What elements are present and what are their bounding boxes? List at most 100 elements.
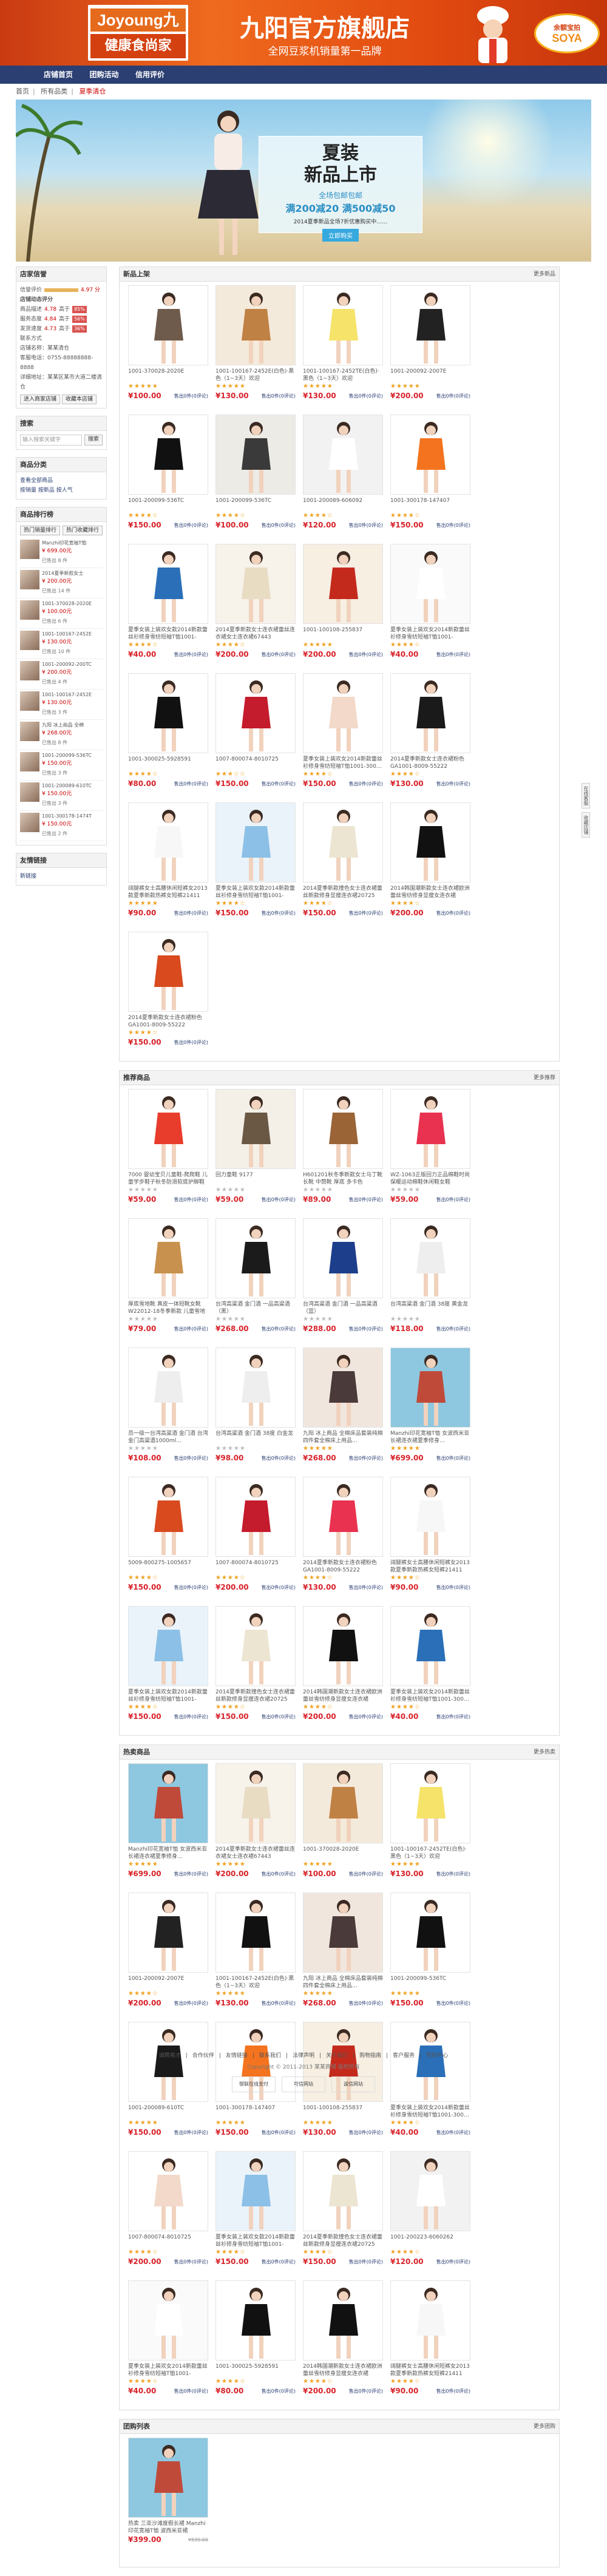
product-image[interactable] bbox=[215, 673, 296, 753]
product-title[interactable]: 2014夏季新款女士连衣裙粉色 GA1001-8009-55222 bbox=[128, 1014, 208, 1029]
product-title[interactable]: 厚底雪地靴 真皮一体短靴女靴 W22012-18冬季新款 儿童雪地靴 bbox=[128, 1301, 208, 1315]
footer-link[interactable]: 帮助中心 bbox=[426, 2053, 448, 2059]
product-title[interactable]: 2014夏季新款女士连衣裙粉色 GA1001-8009-55222 bbox=[390, 756, 470, 770]
product-card[interactable]: 1001-100167-2452TE(白色)·黑色（1~3天）欢迎 ★★★★★ ¥1… bbox=[387, 1763, 474, 1893]
product-card[interactable]: 回力童鞋 9177 ★★★★★ ¥59.00 售出0件(0评论) bbox=[212, 1089, 299, 1218]
nav-home[interactable]: 店铺首页 bbox=[36, 66, 80, 84]
product-image[interactable] bbox=[128, 1763, 208, 1843]
product-card[interactable]: 阔腿裤女士高腰休闲短裤女2013款夏季新款热裤女短裤21411 ★★★★★ ¥90.… bbox=[124, 802, 212, 932]
rank-tab-fav[interactable]: 热门收藏排行 bbox=[63, 526, 103, 535]
product-title[interactable]: 1001-100167-2452TE(白色)·黑色（1~3天）欢迎 bbox=[303, 368, 383, 382]
product-title[interactable]: 1001-100108-255837 bbox=[303, 2104, 383, 2119]
rank-item[interactable]: 九阳 冰上商品 全棉 ¥ 268.00元 已售出 8 件 bbox=[20, 720, 103, 750]
rank-thumb[interactable] bbox=[20, 540, 39, 559]
product-card[interactable]: 夏季女装上装欢女2014新款蕾丝衫修身雪纺短袖T恤1001-300025…★★★… bbox=[124, 2280, 212, 2410]
favorite-tab[interactable]: 收藏店铺 bbox=[582, 812, 590, 838]
product-image[interactable] bbox=[390, 1347, 470, 1428]
product-image[interactable] bbox=[215, 802, 296, 883]
product-image[interactable] bbox=[215, 1477, 296, 1557]
footer-link[interactable]: 合作伙伴 bbox=[192, 2053, 214, 2059]
product-image[interactable] bbox=[128, 1218, 208, 1298]
buy-now-button[interactable]: 立即购买 bbox=[322, 229, 359, 242]
product-title[interactable]: 5009-800275-1005657 bbox=[128, 1559, 208, 1574]
product-title[interactable]: 1001-300178-147407 bbox=[215, 2104, 296, 2119]
rank-title[interactable]: Manzhi印花宽袖T恤 bbox=[42, 540, 86, 546]
search-button[interactable]: 搜索 bbox=[84, 435, 103, 446]
product-title[interactable]: 1001-100167-2452TE(白色)·黑色（1~3天）欢迎 bbox=[390, 1846, 470, 1860]
product-image[interactable] bbox=[128, 932, 208, 1012]
product-title[interactable]: 台湾高粱酒 金门酒 一品高粱酒（黑） bbox=[215, 1301, 296, 1315]
product-image[interactable] bbox=[303, 1347, 383, 1428]
product-title[interactable]: 热卖 三亚沙滩度假长裙 Manzhi印花宽袖T恤 波西米亚裙 bbox=[128, 2520, 208, 2535]
product-image[interactable] bbox=[390, 544, 470, 624]
product-image[interactable] bbox=[128, 1606, 208, 1686]
product-title[interactable]: 2014夏季新款撞色女士连衣裙蕾丝新款修身显瘦连衣裙20725 bbox=[303, 2234, 383, 2248]
category-new[interactable]: 按新品 bbox=[38, 487, 55, 493]
product-title[interactable]: 夏季女装上装欢女款2014新款蕾丝衫修身雪纺短袖T恤1001-300… bbox=[215, 2234, 296, 2248]
product-image[interactable] bbox=[390, 1218, 470, 1298]
product-title[interactable]: 1007-800074-8010725 bbox=[215, 1559, 296, 1574]
product-image[interactable] bbox=[303, 1606, 383, 1686]
product-image[interactable] bbox=[303, 2280, 383, 2361]
product-card[interactable]: 2014夏季新款女士连衣裙蕾丝连衣裙女士连衣裙67443 ★★★★★ ¥200.00… bbox=[212, 1763, 299, 1893]
product-card[interactable]: 2014夏季新款女士连衣裙粉色 GA1001-8009-55222 ★★★★☆ ¥1… bbox=[387, 673, 474, 802]
product-card[interactable]: Manzhi印花宽袖T恤 女波西米亚长裙连衣裙夏季修身… ★★★★★ ¥699.00… bbox=[124, 1763, 212, 1893]
product-card[interactable]: 夏季女装上装欢女款2014新款蕾丝衫修身雪纺短袖T恤1001-300…★★★★☆… bbox=[212, 2151, 299, 2280]
rank-item[interactable]: 2014夏季新款女士 ¥ 200.00元 已售出 14 件 bbox=[20, 568, 103, 598]
product-title[interactable]: 1001-200099-536TC bbox=[390, 1975, 470, 1990]
section-more-link[interactable]: 更多推荐 bbox=[534, 1071, 555, 1085]
product-card[interactable]: 1001-300178-147407 ★★★★☆ ¥150.00 售出0件(0评论) bbox=[387, 415, 474, 544]
product-title[interactable]: 1001-100167-2452E(白色)·黑色（1~3天）欢迎 bbox=[215, 1975, 296, 1990]
product-card[interactable]: 夏季女装上装欢女款2014新款蕾丝衫修身雪纺短袖T恤1001-300…★★★★☆… bbox=[124, 544, 212, 673]
product-title[interactable]: 1001-300178-147407 bbox=[390, 497, 470, 512]
product-card[interactable]: 1001-100167-2452E(白色)·黑色（1~3天）欢迎 ★★★★★ ¥13… bbox=[212, 1893, 299, 2022]
crumb-category[interactable]: 所有品类 bbox=[41, 87, 67, 95]
product-image[interactable] bbox=[303, 1893, 383, 1973]
product-title[interactable]: 1001-370028-2020E bbox=[303, 1846, 383, 1860]
product-image[interactable] bbox=[390, 1606, 470, 1686]
footer-link[interactable]: 法律声明 bbox=[293, 2053, 314, 2059]
product-card[interactable]: WZ-1063正版回力正品棉鞋时尚保暖运动棉鞋休闲鞋女鞋 ★★★★★ ¥59.00 售… bbox=[387, 1089, 474, 1218]
product-title[interactable]: 阔腿裤女士高腰休闲短裤女2013款夏季新款热裤女短裤21411 bbox=[390, 1559, 470, 1574]
product-title[interactable]: 1001-200092-2007E bbox=[390, 368, 470, 382]
product-image[interactable] bbox=[215, 1606, 296, 1686]
product-image[interactable] bbox=[303, 415, 383, 495]
product-image[interactable] bbox=[390, 2151, 470, 2231]
rank-title[interactable]: 1001-100167-2452E bbox=[42, 631, 92, 637]
product-image[interactable] bbox=[215, 1089, 296, 1169]
rank-item[interactable]: Manzhi印花宽袖T恤 ¥ 699.00元 已售出 8 件 bbox=[20, 538, 103, 568]
rank-title[interactable]: 1001-100167-2452E bbox=[42, 691, 92, 698]
product-card[interactable]: 九阳 冰上商品 全棉床品套装纯棉四件套全棉床上用品… ★★★★★ ¥268.00 售出… bbox=[299, 1893, 387, 2022]
product-title[interactable]: 1001-370028-2020E bbox=[128, 368, 208, 382]
product-title[interactable]: 2014夏季新款女士连衣裙粉色 GA1001-8009-55222 bbox=[303, 1559, 383, 1574]
product-title[interactable]: 夏季女装上装欢女2014新款蕾丝衫修身雪纺短袖T恤1001-300025… bbox=[128, 2363, 208, 2378]
product-title[interactable]: 台湾高粱酒 金门酒 一品高粱酒（蓝） bbox=[303, 1301, 383, 1315]
product-image[interactable] bbox=[303, 285, 383, 365]
product-image[interactable] bbox=[303, 1763, 383, 1843]
product-card[interactable]: 1001-370028-2020E ★★★★★ ¥100.00 售出0件(0评论) bbox=[299, 1763, 387, 1893]
product-image[interactable] bbox=[215, 2151, 296, 2231]
product-title[interactable]: 夏季女装上装欢女2014新款蕾丝衫修身雪纺短袖T恤1001-300… bbox=[390, 1689, 470, 1703]
brand-logo[interactable]: Joyoung九阳 健康食尚家 bbox=[88, 5, 188, 61]
product-title[interactable]: H601201秋冬季新款女士马丁靴长靴 中筒靴 厚底 多卡色 bbox=[303, 1171, 383, 1186]
section-more-link[interactable]: 更多热卖 bbox=[534, 1745, 555, 1760]
product-card[interactable]: 2014夏季新款女士连衣裙蕾丝连衣裙女士连衣裙67443 ★★★★☆ ¥200.00… bbox=[212, 544, 299, 673]
product-card[interactable]: 2014韩国潮新款女士连衣裙欧洲蕾丝雪纺修身显瘦女连衣裙 ★★★★☆ ¥200.00… bbox=[299, 2280, 387, 2410]
product-image[interactable] bbox=[303, 802, 383, 883]
product-image[interactable] bbox=[215, 415, 296, 495]
category-sales[interactable]: 按销量 bbox=[20, 487, 36, 493]
product-card[interactable]: 1001-200092-2007E ★★★★☆ ¥200.00 售出0件(0评论) bbox=[124, 1893, 212, 2022]
footer-link[interactable]: 关于我们 bbox=[326, 2053, 348, 2059]
product-card[interactable]: H601201秋冬季新款女士马丁靴长靴 中筒靴 厚底 多卡色 ★★★★★ ¥89.0… bbox=[299, 1089, 387, 1218]
product-image[interactable] bbox=[390, 1477, 470, 1557]
enter-shop-button[interactable]: 进入商家店铺 bbox=[20, 395, 61, 404]
footer-link[interactable]: 客户服务 bbox=[393, 2053, 415, 2059]
online-service-tab[interactable]: 在线客服 bbox=[582, 783, 590, 808]
product-card[interactable]: 1001-200099-536TC ★★★★☆ ¥100.00 售出0件(0评论) bbox=[212, 415, 299, 544]
product-title[interactable]: 台湾高粱酒 金门酒 38度 白金龙 bbox=[215, 1430, 296, 1445]
product-title[interactable]: 2014夏季新款女士连衣裙蕾丝连衣裙女士连衣裙67443 bbox=[215, 626, 296, 641]
product-card[interactable]: 1001-100108-255837 ★★★★★ ¥200.00 售出0件(0评论) bbox=[299, 544, 387, 673]
product-image[interactable] bbox=[215, 1893, 296, 1973]
credit-site-badge[interactable]: 诚信网站 bbox=[331, 2076, 375, 2092]
product-title[interactable]: 1007-800074-8010725 bbox=[128, 2234, 208, 2248]
